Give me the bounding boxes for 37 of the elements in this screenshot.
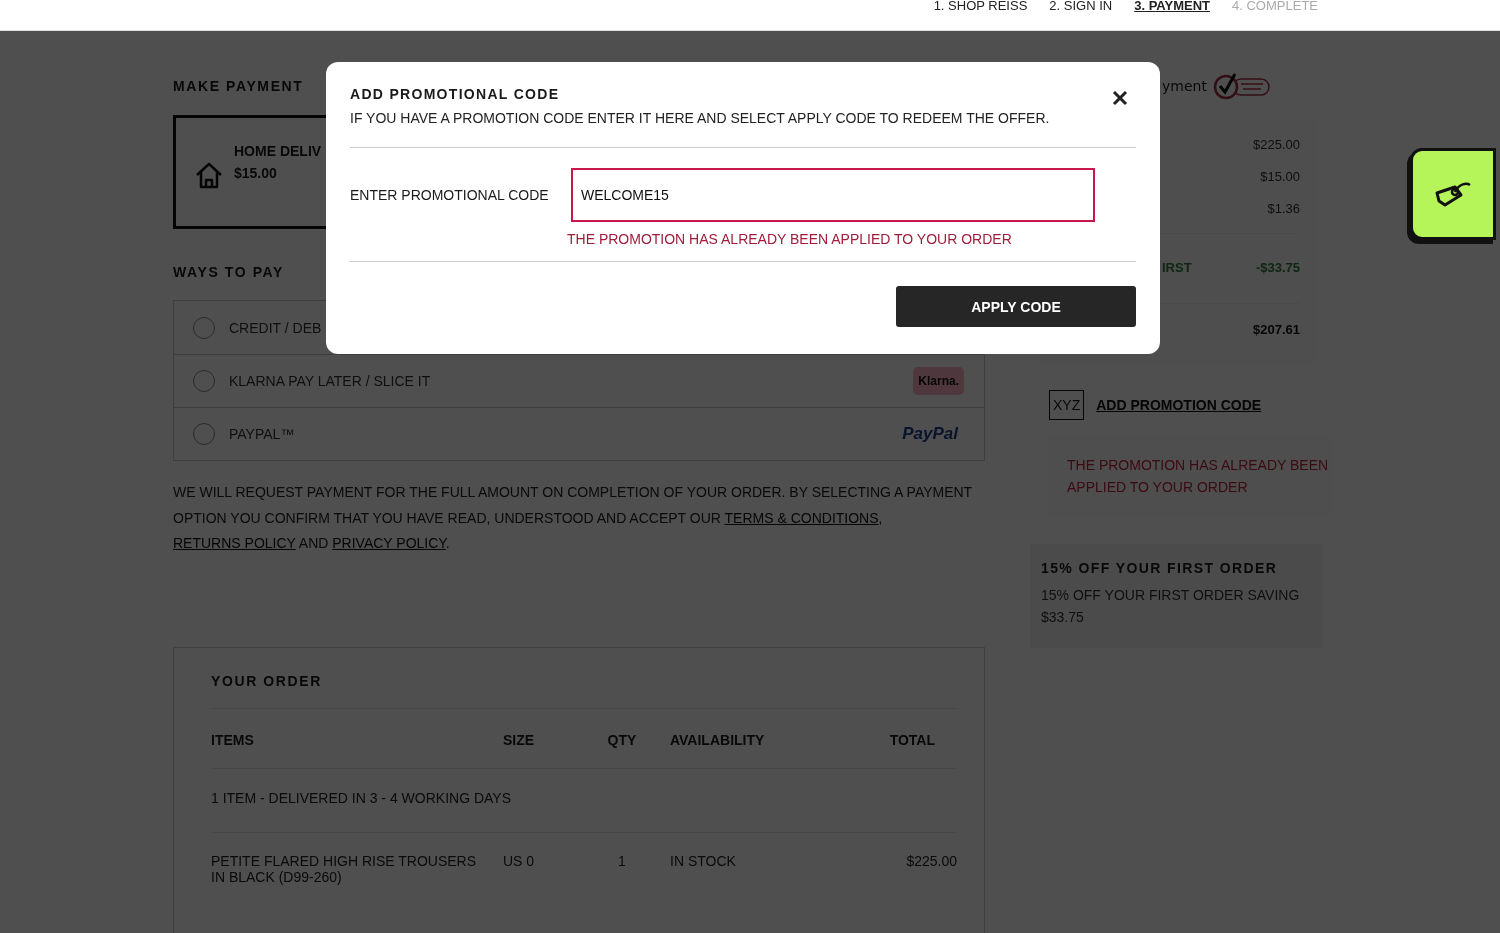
section-title: MAKE PAYMENT [173, 77, 304, 95]
dialog-title: ADD PROMOTIONAL CODE [350, 85, 561, 104]
payment-option-label: PAYPAL™ [229, 426, 296, 442]
table-cell-text: PETITE FLARED HIGH RISE TROUSERS IN BLACK (D99-260) [211, 852, 477, 885]
secure-payment-label: yment [1162, 78, 1207, 94]
offer-description: 15% OFF YOUR FIRST ORDER SAVING $33.75 [1041, 586, 1301, 627]
payment-option-label: KLARNA PAY LATER / SLICE IT [229, 373, 432, 389]
delivery-price: $15.00 [234, 164, 278, 183]
table-cell-text: 1 [617, 852, 627, 871]
payment-notice: WE WILL REQUEST PAYMENT FOR THE FULL AMOUNT ON COMPLETION OF YOUR ORDER. BY SELECTING A PAYMENT OPTION YOU CONFIRM THAT YOU HAVE READ, UNDERSTOOD AND ACCEPT OUR TERMS & CONDITIONS, RETURNS POLICY AND PRIVACY POLICY. [173, 483, 973, 554]
delivery-name: HOME DELIV [234, 142, 322, 161]
table-cell-text: $225.00 [905, 852, 957, 871]
error-message: THE PROMOTION HAS ALREADY BEEN APPLIED TO YOUR ORDER [567, 231, 1013, 247]
summary-value: $207.61 [1253, 322, 1300, 338]
summary-value: $225.00 [1253, 137, 1300, 153]
delivery-group-label: 1 ITEM - DELIVERED IN 3 - 4 WORKING DAYS [211, 768, 957, 833]
paypal-logo: PayPal [902, 424, 958, 444]
klarna-logo: Klarna. [913, 367, 964, 395]
field-label: ENTER PROMOTIONAL CODE [350, 186, 550, 205]
summary-value: -$33.75 [1255, 260, 1300, 276]
table-cell-text: IN STOCK [669, 852, 737, 871]
summary-label: IRST [1162, 260, 1192, 276]
dialog-instructions: IF YOU HAVE A PROMOTION CODE ENTER IT HERE AND SELECT APPLY CODE TO REDEEM THE OFFER. [350, 109, 1050, 127]
summary-value: $15.00 [1260, 169, 1300, 185]
section-title: WAYS TO PAY [173, 263, 284, 281]
table-cell-text: US 0 [503, 852, 536, 871]
column-header: TOTAL [888, 731, 935, 748]
column-header: QTY [606, 731, 638, 748]
column-header: SIZE [503, 731, 536, 748]
promo-error-message: THE PROMOTION HAS ALREADY BEEN APPLIED TO YOUR ORDER [1067, 456, 1330, 497]
promo-code-badge: XYZ [1049, 390, 1085, 420]
column-header: AVAILABILITY [669, 731, 766, 748]
column-header: ITEMS [211, 731, 255, 748]
payment-option-label: CREDIT / DEB [229, 319, 323, 336]
section-title: YOUR ORDER [211, 671, 322, 690]
summary-value: $1.36 [1267, 201, 1300, 217]
offer-title: 15% OFF YOUR FIRST ORDER [1041, 560, 1279, 576]
